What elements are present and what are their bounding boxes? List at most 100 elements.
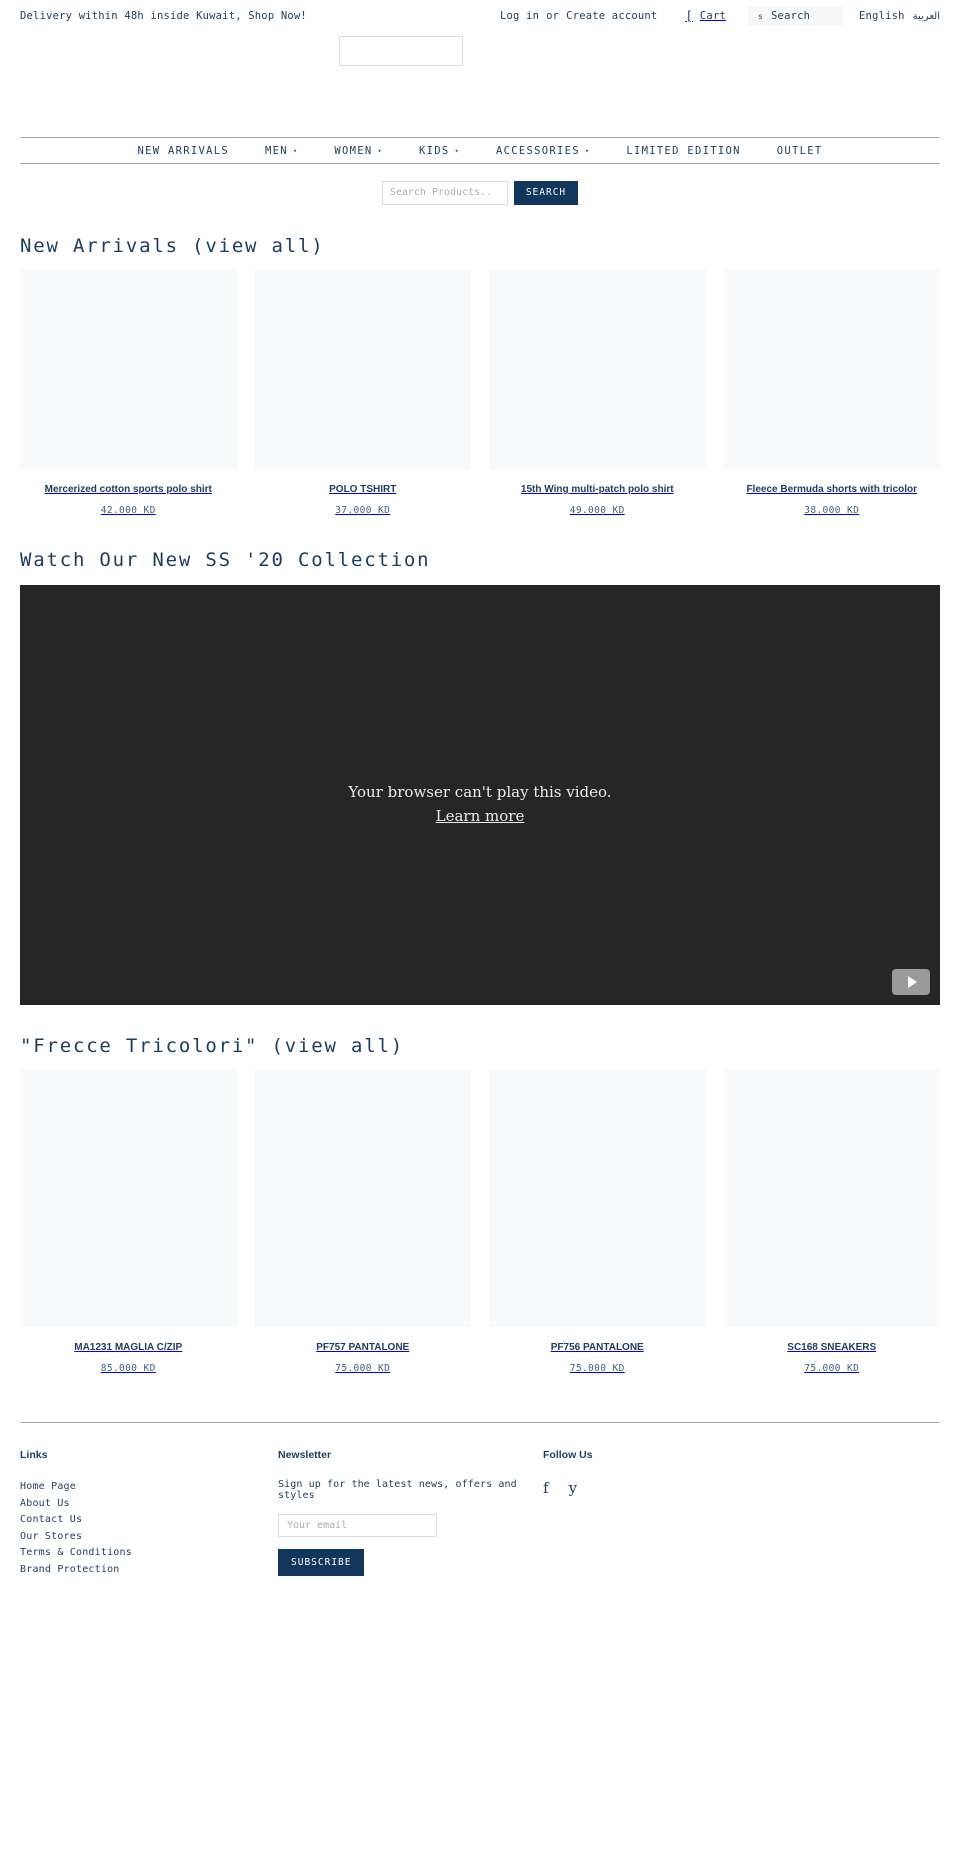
nav-label: NEW ARRIVALS bbox=[137, 144, 229, 157]
twitter-icon[interactable]: y bbox=[569, 1481, 577, 1496]
product-card[interactable]: PF757 PANTALONE 75.000 KD bbox=[254, 1069, 471, 1374]
nav-item-outlet[interactable]: OUTLET bbox=[759, 145, 841, 157]
product-price: 42.000 KD bbox=[100, 505, 156, 516]
logo-area bbox=[0, 32, 960, 137]
video-player[interactable]: Your browser can't play this video. Lear… bbox=[20, 585, 940, 1005]
product-title: POLO TSHIRT bbox=[329, 484, 397, 495]
lang-english-link[interactable]: English bbox=[859, 10, 905, 22]
subscribe-button[interactable]: SUBSCRIBE bbox=[278, 1549, 365, 1576]
language-switcher: English العربية bbox=[859, 10, 940, 22]
nav-list: NEW ARRIVALS MEN ▾ WOMEN ▾ KIDS ▾ ACCESS… bbox=[120, 145, 841, 157]
product-title: Mercerized cotton sports polo shirt bbox=[44, 484, 212, 495]
header-search-toggle[interactable]: s Search bbox=[748, 6, 843, 26]
play-triangle-icon bbox=[907, 976, 917, 988]
site-logo[interactable] bbox=[339, 36, 463, 66]
footer-link-contact-us[interactable]: Contact Us bbox=[20, 1512, 278, 1529]
product-card[interactable]: SC168 SNEAKERS 75.000 KD bbox=[723, 1069, 940, 1374]
product-title: SC168 SNEAKERS bbox=[787, 1342, 877, 1353]
product-image-placeholder bbox=[20, 1069, 237, 1327]
footer-links-column: Links Home Page About Us Contact Us Our … bbox=[20, 1449, 278, 1578]
product-price: 75.000 KD bbox=[335, 1363, 391, 1374]
video-error-message: Your browser can't play this video. Lear… bbox=[20, 781, 940, 827]
header-search-label: Search bbox=[771, 10, 811, 22]
product-card[interactable]: 15th Wing multi-patch polo shirt 49.000 … bbox=[489, 269, 706, 516]
nav-item-limited-edition[interactable]: LIMITED EDITION bbox=[608, 145, 758, 157]
footer-link-our-stores[interactable]: Our Stores bbox=[20, 1529, 278, 1546]
login-link[interactable]: Log in bbox=[500, 10, 539, 22]
new-arrivals-grid: Mercerized cotton sports polo shirt 42.0… bbox=[20, 269, 940, 516]
product-image-placeholder bbox=[254, 1069, 471, 1327]
search-button[interactable]: SEARCH bbox=[513, 180, 579, 205]
announcement-text: Delivery within 48h inside Kuwait, Shop … bbox=[20, 10, 307, 22]
nav-label: ACCESSORIES bbox=[496, 144, 580, 157]
cart-link[interactable]: [ Cart bbox=[685, 10, 726, 22]
product-price: 37.000 KD bbox=[335, 505, 391, 516]
cart-icon: [ bbox=[685, 9, 693, 23]
learn-more-link[interactable]: Learn more bbox=[436, 805, 525, 828]
nav-item-new-arrivals[interactable]: NEW ARRIVALS bbox=[120, 145, 247, 157]
chevron-down-icon: ▾ bbox=[377, 146, 384, 155]
lang-arabic-link[interactable]: العربية bbox=[913, 11, 940, 22]
product-title: MA1231 MAGLIA C/ZIP bbox=[74, 1342, 183, 1353]
nav-label: KIDS bbox=[419, 144, 450, 157]
footer-newsletter-column: Newsletter Sign up for the latest news, … bbox=[278, 1449, 543, 1578]
product-title: Fleece Bermuda shorts with tricolor bbox=[746, 484, 918, 495]
video-heading: Watch Our New SS '20 Collection bbox=[20, 549, 431, 571]
nav-item-men[interactable]: MEN ▾ bbox=[247, 145, 316, 157]
footer-follow-heading: Follow Us bbox=[543, 1449, 593, 1461]
search-icon: s bbox=[758, 11, 764, 21]
footer-link-home-page[interactable]: Home Page bbox=[20, 1479, 278, 1496]
product-card[interactable]: POLO TSHIRT 37.000 KD bbox=[254, 269, 471, 516]
video-error-text: Your browser can't play this video. bbox=[348, 783, 612, 801]
product-image-placeholder bbox=[489, 1069, 706, 1327]
product-price: 38.000 KD bbox=[804, 505, 860, 516]
social-links: f y bbox=[543, 1479, 723, 1496]
product-image-placeholder bbox=[723, 1069, 940, 1327]
facebook-icon[interactable]: f bbox=[543, 1481, 549, 1496]
product-image-placeholder bbox=[723, 269, 940, 469]
product-title: PF756 PANTALONE bbox=[550, 1342, 644, 1353]
or-separator: or bbox=[546, 10, 560, 22]
nav-label: OUTLET bbox=[776, 144, 823, 157]
product-card[interactable]: MA1231 MAGLIA C/ZIP 85.000 KD bbox=[20, 1069, 237, 1374]
main-navigation: NEW ARRIVALS MEN ▾ WOMEN ▾ KIDS ▾ ACCESS… bbox=[20, 137, 940, 164]
product-card[interactable]: Fleece Bermuda shorts with tricolor 38.0… bbox=[723, 269, 940, 516]
create-account-link[interactable]: Create account bbox=[566, 10, 657, 22]
utility-topbar: Delivery within 48h inside Kuwait, Shop … bbox=[0, 0, 960, 32]
product-image-placeholder bbox=[20, 269, 237, 469]
newsletter-email-input[interactable] bbox=[278, 1514, 437, 1537]
footer-link-terms-conditions[interactable]: Terms & Conditions bbox=[20, 1545, 278, 1562]
footer-link-about-us[interactable]: About Us bbox=[20, 1496, 278, 1513]
footer-link-brand-protection[interactable]: Brand Protection bbox=[20, 1562, 278, 1579]
product-price: 49.000 KD bbox=[569, 505, 625, 516]
search-input[interactable] bbox=[381, 180, 508, 205]
youtube-play-icon[interactable] bbox=[892, 969, 930, 995]
footer-newsletter-heading: Newsletter bbox=[278, 1449, 332, 1461]
product-price: 85.000 KD bbox=[100, 1363, 156, 1374]
product-price: 75.000 KD bbox=[804, 1363, 860, 1374]
product-price: 75.000 KD bbox=[569, 1363, 625, 1374]
chevron-down-icon: ▾ bbox=[584, 146, 591, 155]
product-card[interactable]: Mercerized cotton sports polo shirt 42.0… bbox=[20, 269, 237, 516]
nav-item-women[interactable]: WOMEN ▾ bbox=[316, 145, 401, 157]
site-footer: Links Home Page About Us Contact Us Our … bbox=[20, 1422, 940, 1578]
product-image-placeholder bbox=[254, 269, 471, 469]
chevron-down-icon: ▾ bbox=[292, 146, 299, 155]
footer-links-heading: Links bbox=[20, 1449, 48, 1461]
nav-label: MEN bbox=[265, 144, 288, 157]
page-root: Delivery within 48h inside Kuwait, Shop … bbox=[0, 0, 960, 1578]
nav-label: LIMITED EDITION bbox=[626, 144, 741, 157]
newsletter-description: Sign up for the latest news, offers and … bbox=[278, 1479, 517, 1501]
frecce-heading[interactable]: "Frecce Tricolori" (view all) bbox=[20, 1005, 960, 1069]
product-title: PF757 PANTALONE bbox=[316, 1342, 410, 1353]
product-card[interactable]: PF756 PANTALONE 75.000 KD bbox=[489, 1069, 706, 1374]
nav-label: WOMEN bbox=[334, 144, 373, 157]
nav-item-accessories[interactable]: ACCESSORIES ▾ bbox=[478, 145, 608, 157]
chevron-down-icon: ▾ bbox=[454, 146, 461, 155]
footer-follow-column: Follow Us f y bbox=[543, 1449, 723, 1578]
new-arrivals-heading[interactable]: New Arrivals (view all) bbox=[20, 209, 960, 269]
topbar-actions: Log in or Create account [ Cart s Search… bbox=[500, 6, 940, 26]
cart-label: Cart bbox=[699, 10, 726, 22]
product-image-placeholder bbox=[489, 269, 706, 469]
nav-item-kids[interactable]: KIDS ▾ bbox=[401, 145, 478, 157]
